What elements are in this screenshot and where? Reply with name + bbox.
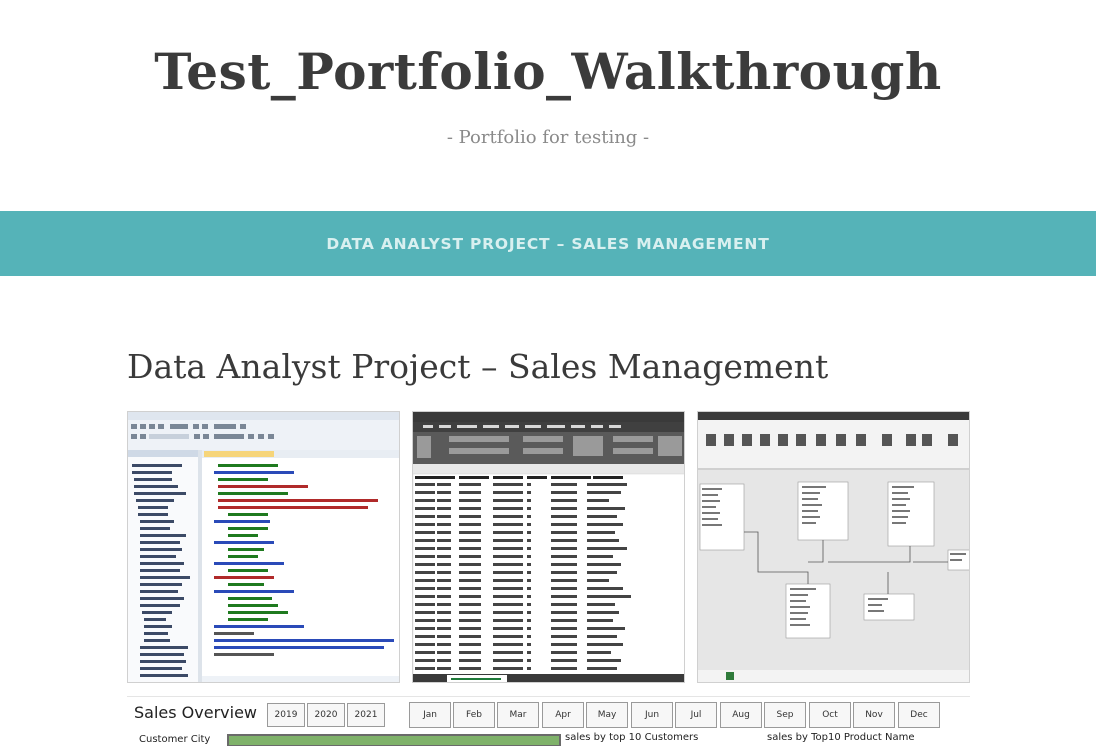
- year-button-2019[interactable]: 2019: [267, 703, 305, 727]
- month-button-jul[interactable]: Jul: [675, 702, 717, 728]
- month-button-aug[interactable]: Aug: [720, 702, 762, 728]
- month-button-feb[interactable]: Feb: [453, 702, 495, 728]
- dashboard-title: Sales Overview: [134, 703, 257, 722]
- customer-city-bar: [227, 734, 561, 746]
- top-customers-label: sales by top 10 Customers: [565, 732, 699, 743]
- month-button-nov[interactable]: Nov: [853, 702, 895, 728]
- site-title[interactable]: Test_Portfolio_Walkthrough: [0, 42, 1096, 101]
- gallery-image-power-bi-model[interactable]: [697, 411, 970, 683]
- month-button-apr[interactable]: Apr: [542, 702, 584, 728]
- main-navigation: DATA ANALYST PROJECT – SALES MANAGEMENT: [0, 211, 1096, 276]
- gallery-image-sql-server[interactable]: [127, 411, 400, 683]
- nav-item-sales-management[interactable]: DATA ANALYST PROJECT – SALES MANAGEMENT: [326, 235, 769, 253]
- month-button-dec[interactable]: Dec: [898, 702, 940, 728]
- month-button-oct[interactable]: Oct: [809, 702, 851, 728]
- top-products-label: sales by Top10 Product Name: [767, 732, 915, 743]
- month-button-jan[interactable]: Jan: [409, 702, 451, 728]
- month-button-jun[interactable]: Jun: [631, 702, 673, 728]
- year-button-2020[interactable]: 2020: [307, 703, 345, 727]
- sales-overview-dashboard: Sales Overview 2019 2020 2021 Jan Feb Ma…: [127, 696, 970, 746]
- year-button-2021[interactable]: 2021: [347, 703, 385, 727]
- site-description: - Portfolio for testing -: [446, 127, 650, 148]
- image-gallery: [127, 411, 970, 683]
- month-button-mar[interactable]: Mar: [497, 702, 539, 728]
- month-button-sep[interactable]: Sep: [764, 702, 806, 728]
- page-title: Data Analyst Project – Sales Management: [127, 347, 829, 386]
- customer-city-label: Customer City: [139, 734, 211, 745]
- gallery-image-excel[interactable]: [412, 411, 685, 683]
- site-header: Test_Portfolio_Walkthrough - Portfolio f…: [0, 0, 1096, 211]
- month-button-may[interactable]: May: [586, 702, 628, 728]
